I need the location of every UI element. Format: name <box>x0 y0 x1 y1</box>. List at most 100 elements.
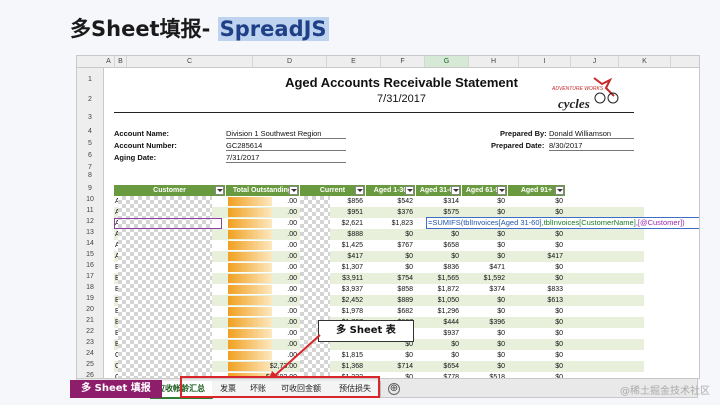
column-header-e[interactable]: E <box>327 56 381 67</box>
row-header[interactable]: 20 <box>77 306 103 313</box>
account-name-value[interactable]: Division 1 Southwest Region <box>226 129 346 139</box>
column-header-f[interactable]: F <box>381 56 425 67</box>
amount-cell[interactable]: $0 <box>508 328 566 339</box>
amount-cell[interactable]: $0 <box>416 229 462 240</box>
amount-cell[interactable]: .00 <box>226 196 300 207</box>
amount-cell[interactable]: $613 <box>508 295 566 306</box>
amount-cell[interactable]: $0 <box>508 273 566 284</box>
amount-cell[interactable]: $0 <box>462 295 508 306</box>
amount-cell[interactable]: $376 <box>366 207 416 218</box>
row-header[interactable]: 19 <box>77 295 103 302</box>
amount-cell[interactable]: $714 <box>366 361 416 372</box>
amount-cell[interactable]: $374 <box>462 284 508 295</box>
amount-cell[interactable]: $471 <box>462 262 508 273</box>
column-header-h[interactable]: H <box>469 56 519 67</box>
amount-cell[interactable]: $833 <box>508 284 566 295</box>
amount-cell[interactable]: $658 <box>416 240 462 251</box>
amount-cell[interactable]: $0 <box>462 251 508 262</box>
column-header-j[interactable]: J <box>571 56 619 67</box>
row-header[interactable]: 5 <box>77 140 103 147</box>
amount-cell[interactable]: $1,592 <box>462 273 508 284</box>
row-header[interactable]: 21 <box>77 317 103 324</box>
amount-cell[interactable]: $0 <box>462 339 508 350</box>
amount-cell[interactable]: $0 <box>462 328 508 339</box>
amount-cell[interactable]: .00 <box>226 284 300 295</box>
amount-cell[interactable]: .00 <box>226 218 300 229</box>
filter-dropdown-icon[interactable] <box>555 186 564 195</box>
amount-cell[interactable]: .00 <box>226 295 300 306</box>
amount-cell[interactable]: $654 <box>416 361 462 372</box>
row-header[interactable]: 17 <box>77 273 103 280</box>
row-header[interactable]: 9 <box>77 185 103 192</box>
amount-cell[interactable]: $0 <box>416 251 462 262</box>
amount-cell[interactable]: $1,050 <box>416 295 462 306</box>
row-header[interactable]: 14 <box>77 240 103 247</box>
amount-cell[interactable]: $937 <box>416 328 462 339</box>
account-number-value[interactable]: GC285614 <box>226 141 346 151</box>
amount-cell[interactable]: $0 <box>366 229 416 240</box>
aging-date-value[interactable]: 7/31/2017 <box>226 153 346 163</box>
amount-cell[interactable]: $889 <box>366 295 416 306</box>
filter-dropdown-icon[interactable] <box>355 186 364 195</box>
amount-cell[interactable]: .00 <box>226 273 300 284</box>
amount-cell[interactable]: .00 <box>226 317 300 328</box>
amount-cell[interactable]: $0 <box>508 361 566 372</box>
amount-cell[interactable]: $2,73.00 <box>226 361 300 372</box>
row-header[interactable]: 4 <box>77 128 103 135</box>
row-header[interactable]: 7 <box>77 164 103 171</box>
amount-cell[interactable]: $0 <box>462 350 508 361</box>
row-header[interactable]: 2 <box>77 96 103 103</box>
amount-cell[interactable]: $396 <box>462 317 508 328</box>
amount-cell[interactable]: $1,296 <box>416 306 462 317</box>
amount-cell[interactable]: $0 <box>508 317 566 328</box>
column-header-i[interactable]: I <box>519 56 571 67</box>
amount-cell[interactable]: .00 <box>226 251 300 262</box>
amount-cell[interactable]: $417 <box>508 251 566 262</box>
amount-cell[interactable]: $542 <box>366 196 416 207</box>
amount-cell[interactable]: $1,823 <box>366 218 416 229</box>
amount-cell[interactable]: .00 <box>226 328 300 339</box>
amount-cell[interactable]: $0 <box>366 251 416 262</box>
amount-cell[interactable]: $858 <box>366 284 416 295</box>
amount-cell[interactable]: $682 <box>366 306 416 317</box>
row-header[interactable]: 15 <box>77 251 103 258</box>
amount-cell[interactable]: $0 <box>508 196 566 207</box>
row-header[interactable]: 6 <box>77 152 103 159</box>
amount-cell[interactable]: $767 <box>366 240 416 251</box>
add-sheet-icon[interactable]: ⊕ <box>388 383 400 395</box>
filter-dropdown-icon[interactable] <box>215 186 224 195</box>
amount-cell[interactable]: $0 <box>508 262 566 273</box>
row-header[interactable]: 11 <box>77 207 103 214</box>
row-header[interactable]: 16 <box>77 262 103 269</box>
amount-cell[interactable]: $754 <box>366 273 416 284</box>
amount-cell[interactable]: $0 <box>462 196 508 207</box>
amount-cell[interactable]: $0 <box>508 306 566 317</box>
column-header-c[interactable]: C <box>127 56 253 67</box>
amount-cell[interactable]: $0 <box>366 262 416 273</box>
column-header-d[interactable]: D <box>253 56 327 67</box>
filter-dropdown-icon[interactable] <box>497 186 506 195</box>
amount-cell[interactable]: $0 <box>462 240 508 251</box>
amount-cell[interactable]: $0 <box>416 350 462 361</box>
formula-editor[interactable]: =SUMIFS(tblInvoices[Aged 31-60],tblInvoi… <box>426 217 699 229</box>
prepared-date-value[interactable]: 8/30/2017 <box>549 141 634 151</box>
column-header-b[interactable]: B <box>115 56 127 67</box>
row-header[interactable]: 22 <box>77 328 103 335</box>
amount-cell[interactable]: .00 <box>226 229 300 240</box>
amount-cell[interactable]: $314 <box>416 196 462 207</box>
amount-cell[interactable]: .00 <box>226 306 300 317</box>
column-header-a[interactable]: A <box>103 56 115 67</box>
row-header[interactable]: 23 <box>77 339 103 346</box>
amount-cell[interactable]: $0 <box>508 339 566 350</box>
filter-dropdown-icon[interactable] <box>289 186 298 195</box>
amount-cell[interactable]: .00 <box>226 240 300 251</box>
row-header[interactable]: 1 <box>77 76 103 83</box>
row-header[interactable]: 24 <box>77 350 103 357</box>
row-header[interactable]: 12 <box>77 218 103 225</box>
amount-cell[interactable]: $444 <box>416 317 462 328</box>
row-header[interactable]: 8 <box>77 172 103 179</box>
amount-cell[interactable]: $836 <box>416 262 462 273</box>
prepared-by-value[interactable]: Donald Williamson <box>549 129 634 139</box>
amount-cell[interactable]: .00 <box>226 350 300 361</box>
row-header[interactable]: 18 <box>77 284 103 291</box>
